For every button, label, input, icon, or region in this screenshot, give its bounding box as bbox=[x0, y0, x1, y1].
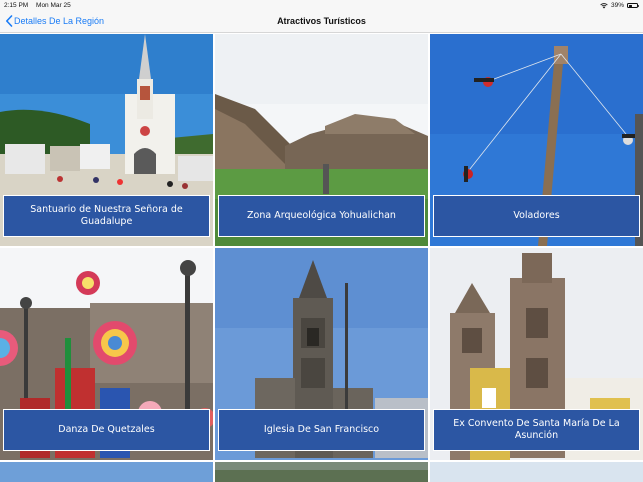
attraction-label: Danza De Quetzales bbox=[3, 409, 210, 451]
battery-icon bbox=[627, 3, 639, 8]
partial-photo bbox=[215, 462, 428, 482]
attraction-tile-partial[interactable] bbox=[0, 462, 213, 482]
attractions-grid: Santuario de Nuestra Señora de Guadalupe… bbox=[0, 34, 643, 482]
battery-percent: 39% bbox=[610, 2, 624, 9]
attraction-label: Voladores bbox=[433, 195, 640, 237]
battery-nub bbox=[637, 5, 639, 8]
page-title: Atractivos Turísticos bbox=[277, 16, 366, 26]
attraction-label: Zona Arqueológica Yohualichan bbox=[218, 195, 425, 237]
attraction-label: Santuario de Nuestra Señora de Guadalupe bbox=[3, 195, 210, 237]
attraction-tile-iglesia-san-francisco[interactable]: Iglesia De San Francisco bbox=[215, 248, 428, 460]
status-left: 2:15 PM Mon Mar 25 bbox=[4, 2, 77, 9]
status-right: 39% bbox=[600, 2, 639, 9]
attraction-label: Iglesia De San Francisco bbox=[218, 409, 425, 451]
partial-photo bbox=[0, 462, 213, 482]
battery-fill bbox=[628, 4, 632, 7]
wifi-icon bbox=[600, 2, 608, 8]
navigation-bar: Detalles De La Región Atractivos Turísti… bbox=[0, 12, 643, 33]
attraction-tile-partial[interactable] bbox=[215, 462, 428, 482]
attraction-tile-santuario[interactable]: Santuario de Nuestra Señora de Guadalupe bbox=[0, 34, 213, 246]
status-time: 2:15 PM bbox=[4, 2, 29, 9]
attraction-tile-voladores[interactable]: Voladores bbox=[430, 34, 643, 246]
attraction-tile-danza-quetzales[interactable]: Danza De Quetzales bbox=[0, 248, 213, 460]
status-bar: 2:15 PM Mon Mar 25 39% bbox=[0, 0, 643, 12]
attraction-label: Ex Convento De Santa María De La Asunció… bbox=[433, 409, 640, 451]
attraction-tile-partial[interactable] bbox=[430, 462, 643, 482]
status-date: Mon Mar 25 bbox=[36, 2, 71, 9]
partial-photo bbox=[430, 462, 643, 482]
attraction-tile-ex-convento[interactable]: Ex Convento De Santa María De La Asunció… bbox=[430, 248, 643, 460]
attraction-tile-zona-arqueologica[interactable]: Zona Arqueológica Yohualichan bbox=[215, 34, 428, 246]
